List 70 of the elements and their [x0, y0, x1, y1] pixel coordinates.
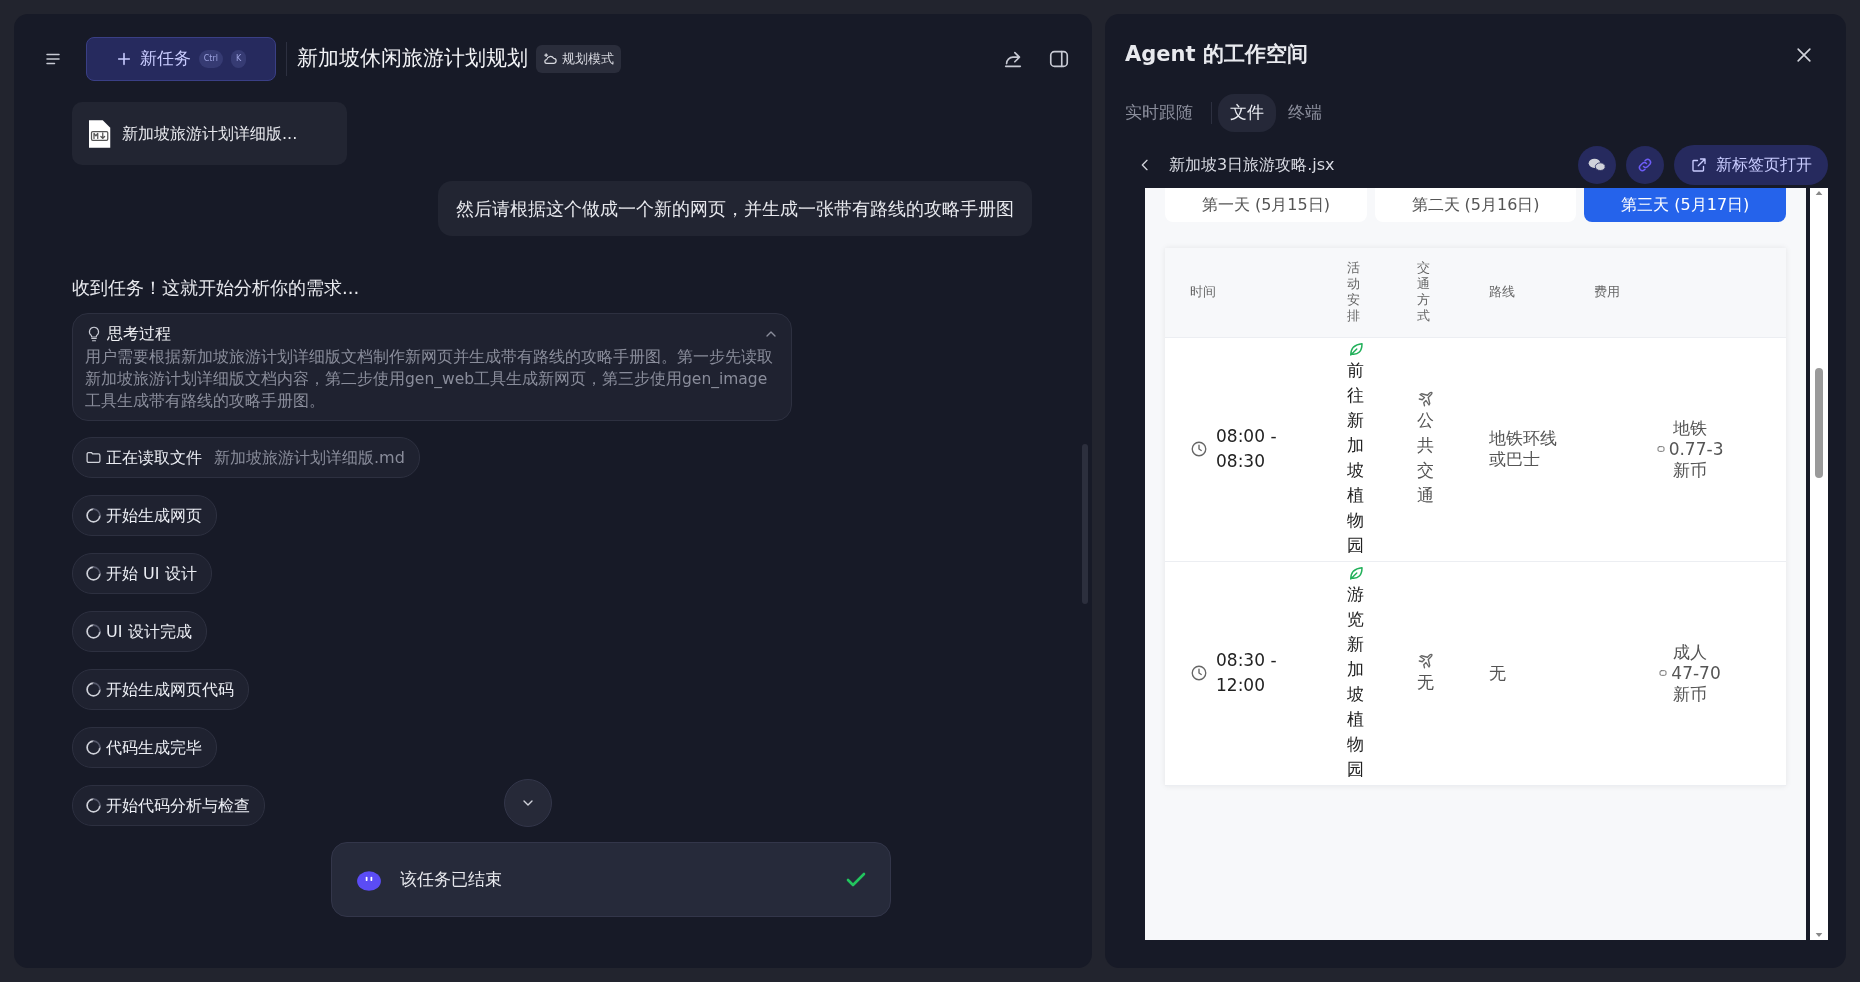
cost-amount: 0.77-3	[1668, 438, 1724, 460]
coin-icon	[1656, 445, 1665, 453]
spinner-icon	[85, 623, 102, 640]
activity-cell-text: 游览新加坡植物园	[1347, 583, 1364, 781]
workspace-title: Agent 的工作空间	[1125, 41, 1308, 69]
column-header: 交通方式	[1417, 260, 1430, 324]
step-chip: 开始生成网页代码	[72, 669, 249, 710]
cost-label: 地铁	[1673, 417, 1708, 439]
spinner-icon	[85, 739, 102, 756]
sidebar-toggle-icon[interactable]	[1048, 48, 1070, 70]
airplane-icon	[1417, 390, 1435, 408]
step-chip: 开始生成网页	[72, 495, 217, 536]
external-link-icon	[1690, 155, 1708, 174]
new-task-button[interactable]: 新任务 Ctrl K	[86, 37, 276, 81]
thinking-title: 思考过程	[107, 323, 171, 345]
day-tab[interactable]: 第二天 (5月16日)	[1374, 187, 1577, 222]
day-tab[interactable]: 第一天 (5月15日)	[1165, 187, 1367, 222]
leaf-icon	[1347, 340, 1365, 358]
airplane-icon	[1417, 651, 1435, 670]
step-chip: 开始代码分析与检查	[72, 785, 265, 826]
spinner-icon	[85, 565, 102, 582]
route-cell: 地铁环线或巴士	[1489, 428, 1557, 470]
mode-badge: 规划模式	[536, 45, 621, 73]
scrollbar-thumb[interactable]	[1815, 367, 1824, 478]
workspace-tab[interactable]: 实时跟随	[1113, 94, 1205, 132]
preview-scrollbar[interactable]	[1810, 187, 1828, 940]
close-icon[interactable]	[1794, 45, 1814, 65]
status-text: 该任务已结束	[400, 867, 503, 891]
chat-title: 新加坡休闲旅游计划规划	[297, 45, 528, 73]
cost-unit: 新币	[1673, 683, 1708, 705]
cost-unit: 新币	[1673, 459, 1708, 481]
time-cell-text: 08:00 - 08:30	[1216, 424, 1278, 473]
spinner-icon	[85, 797, 102, 814]
cost-amount: 47-70	[1671, 662, 1721, 684]
cost-label: 成人	[1673, 641, 1708, 663]
step-chip: 正在读取文件 新加坡旅游计划详细版.md	[72, 437, 420, 478]
user-message: 然后请根据这个做成一个新的网页，并生成一张带有路线的攻略手册图	[438, 181, 1032, 236]
route-cell-text: 无	[1489, 662, 1507, 684]
clock-icon	[1190, 440, 1208, 458]
transport-cell-text: 无	[1417, 670, 1434, 694]
column-header: 活动安排	[1347, 260, 1360, 324]
clock-icon	[1190, 664, 1208, 682]
column-header: 时间	[1190, 283, 1217, 302]
open-new-tab-button[interactable]: 新标签页打开	[1674, 144, 1828, 185]
column-header: 路线	[1489, 283, 1516, 302]
copy-link-button[interactable]	[1626, 145, 1664, 184]
workspace-tab[interactable]: 终端	[1276, 94, 1334, 132]
time-cell-text: 08:30 - 12:00	[1216, 648, 1278, 697]
day-tab[interactable]: 第三天 (5月17日)	[1584, 187, 1787, 222]
plus-icon	[115, 51, 132, 67]
assistant-reply: 收到任务！这就开始分析你的需求...	[72, 276, 361, 300]
thinking-text: 用户需要根据新加坡旅游计划详细版文档制作新网页并生成带有路线的攻略手册图。第一步先读取新加坡旅游计划详细版文档内容，第二步使用gen_web工具生成新网页，第三步使用gen_image工具生成带有路线的攻略手册图。	[85, 347, 774, 412]
step-chip: 开始 UI 设计	[72, 553, 212, 594]
shortcut-key: K	[231, 50, 247, 68]
spinner-icon	[85, 507, 102, 524]
step-chip: UI 设计完成	[72, 611, 207, 652]
leaf-icon	[1347, 564, 1365, 582]
shortcut-key: Ctrl	[198, 50, 223, 68]
sparkle-cloud-icon	[543, 51, 558, 67]
transport-cell-text: 公共交通	[1417, 409, 1434, 507]
step-chip: 代码生成完毕	[72, 727, 217, 768]
share-chat-button[interactable]	[1578, 145, 1616, 184]
file-attachment[interactable]: 新加坡旅游计划详细版...	[72, 102, 347, 165]
spinner-icon	[85, 681, 102, 698]
folder-icon	[85, 449, 102, 466]
column-header: 费用	[1594, 283, 1621, 302]
activity-cell-text: 前往新加坡植物园	[1347, 359, 1364, 557]
workspace-tab[interactable]: 文件	[1218, 94, 1276, 132]
coin-icon	[1659, 669, 1668, 677]
file-name: 新加坡3日旅游攻略.jsx	[1169, 153, 1336, 176]
